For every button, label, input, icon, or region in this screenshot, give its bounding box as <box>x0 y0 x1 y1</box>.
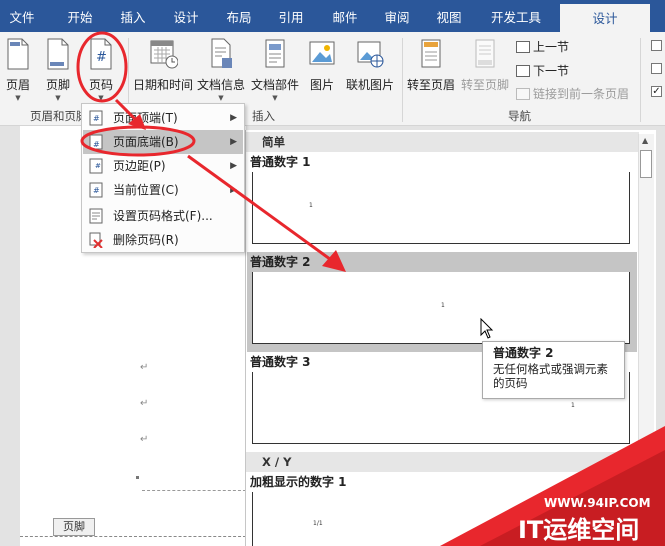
watermark-url: WWW.94IP.COM <box>544 496 651 510</box>
word-window: 文件 开始 插入 设计 布局 引用 邮件 审阅 视图 开发工具 设计 页眉 ▼ <box>0 0 665 546</box>
annotation-arrowhead-2 <box>322 250 346 272</box>
site-watermark: WWW.94IP.COM IT运维空间 <box>440 426 665 546</box>
annotation-circle-bottom-of-page <box>80 125 196 157</box>
annotation-circle-page-number <box>76 31 128 103</box>
annotation-arrow-2 <box>187 154 335 264</box>
watermark-brand: IT运维空间 <box>518 516 639 544</box>
